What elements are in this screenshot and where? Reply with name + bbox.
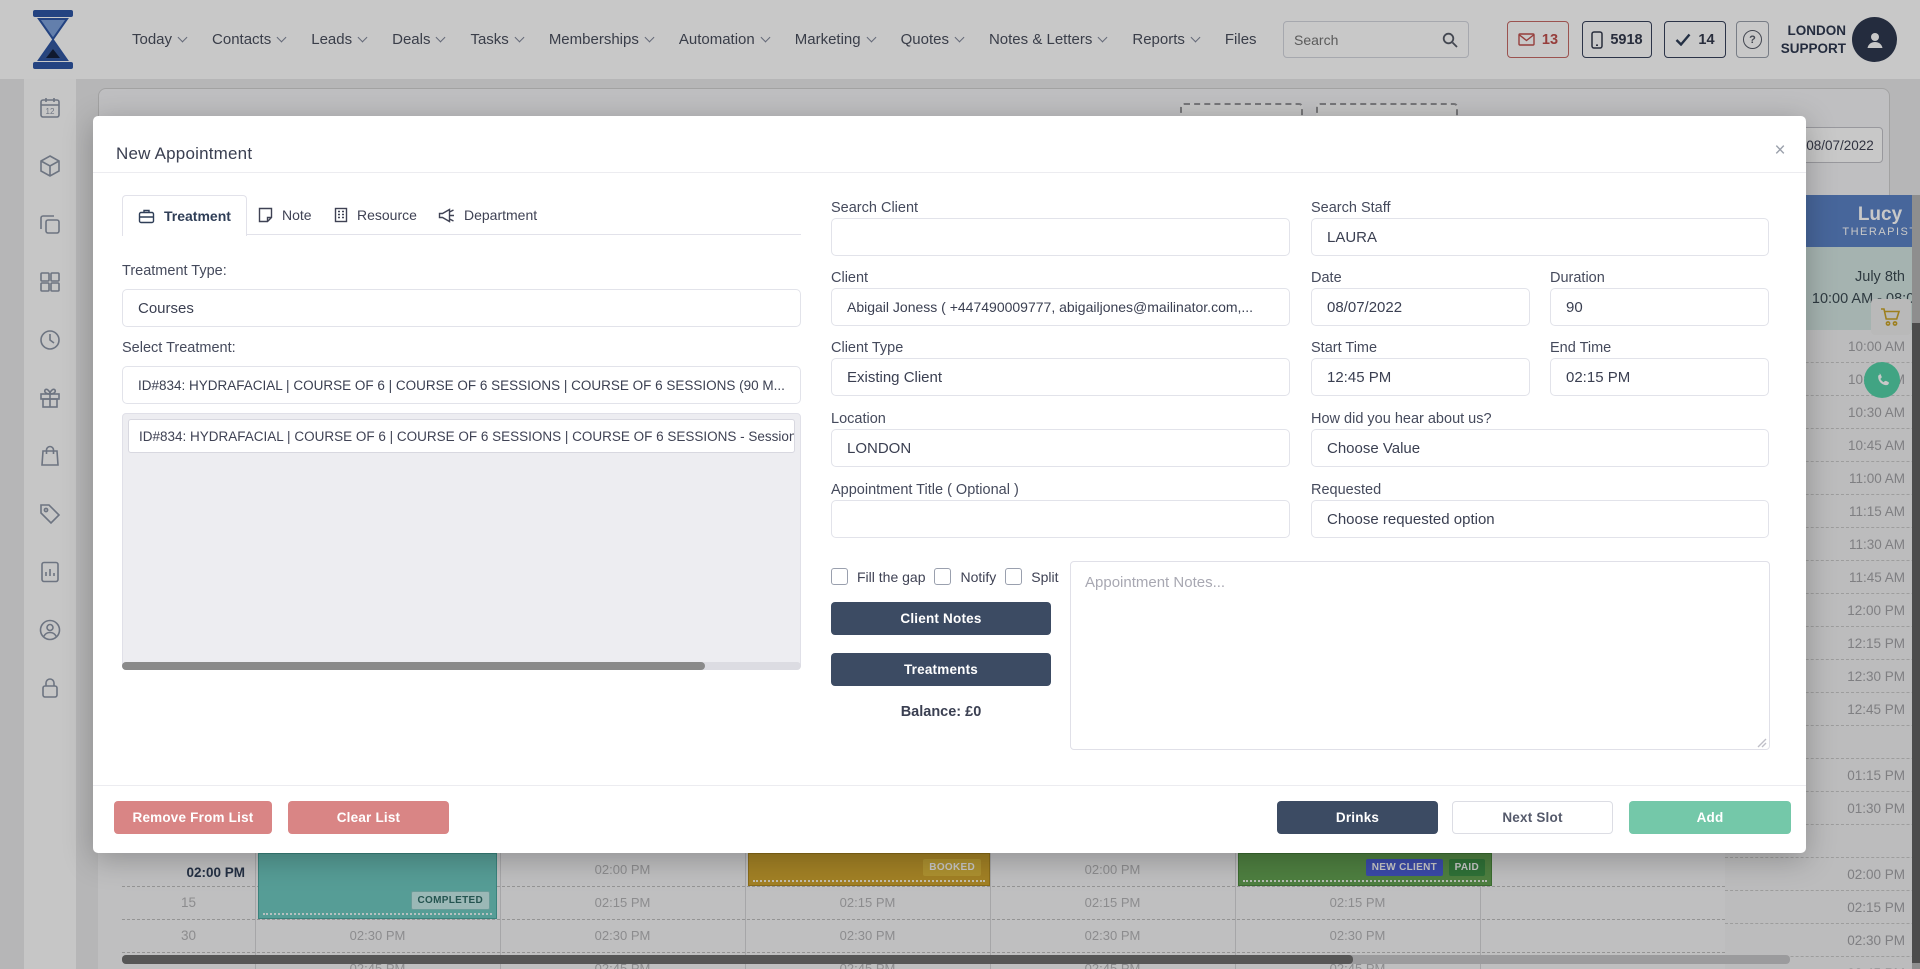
app-root: 08/07/2022 Lucy THERAPIST July 8th 10:00… bbox=[0, 0, 1920, 969]
tab-resource[interactable]: Resource bbox=[319, 195, 432, 235]
add-button[interactable]: Add bbox=[1629, 801, 1791, 834]
tab-note[interactable]: Note bbox=[243, 195, 327, 235]
start-time-input[interactable]: 12:45 PM bbox=[1311, 358, 1530, 396]
tab-label: Note bbox=[282, 207, 312, 223]
client-label: Client bbox=[831, 270, 868, 286]
treatment-list-item[interactable]: ID#834: HYDRAFACIAL | COURSE OF 6 | COUR… bbox=[128, 419, 795, 453]
treatment-list: ID#834: HYDRAFACIAL | COURSE OF 6 | COUR… bbox=[122, 413, 801, 669]
fill-the-gap-label: Fill the gap bbox=[857, 569, 925, 585]
notify-label: Notify bbox=[960, 569, 996, 585]
treatment-list-scrollbar[interactable] bbox=[122, 662, 801, 670]
notify-checkbox[interactable] bbox=[934, 568, 951, 585]
new-appointment-modal: New Appointment × Treatment Note Resourc… bbox=[93, 116, 1806, 853]
fill-the-gap-checkbox[interactable] bbox=[831, 568, 848, 585]
appointment-notes-textarea[interactable] bbox=[1070, 561, 1770, 750]
modal-footer-divider bbox=[93, 785, 1806, 786]
megaphone-icon bbox=[438, 208, 455, 223]
tab-label: Treatment bbox=[164, 208, 231, 224]
client-type-label: Client Type bbox=[831, 340, 903, 356]
split-checkbox[interactable] bbox=[1005, 568, 1022, 585]
resize-handle-icon[interactable] bbox=[1755, 736, 1767, 748]
modal-title: New Appointment bbox=[116, 144, 252, 164]
treatment-dropdown[interactable]: ID#834: HYDRAFACIAL | COURSE OF 6 | COUR… bbox=[122, 366, 801, 404]
date-input[interactable]: 08/07/2022 bbox=[1311, 288, 1530, 326]
clear-list-button[interactable]: Clear List bbox=[288, 801, 449, 834]
appointment-title-input[interactable] bbox=[831, 500, 1290, 538]
duration-input[interactable]: 90 bbox=[1550, 288, 1769, 326]
client-type-select[interactable]: Existing Client bbox=[831, 358, 1290, 396]
location-label: Location bbox=[831, 411, 886, 427]
tab-department[interactable]: Department bbox=[423, 195, 552, 235]
end-time-label: End Time bbox=[1550, 340, 1611, 356]
drinks-button[interactable]: Drinks bbox=[1277, 801, 1438, 834]
requested-select[interactable]: Choose requested option bbox=[1311, 500, 1769, 538]
tab-label: Resource bbox=[357, 207, 417, 223]
tab-label: Department bbox=[464, 207, 537, 223]
modal-header-divider bbox=[93, 172, 1806, 173]
balance-text: Balance: £0 bbox=[831, 704, 1051, 720]
treatment-type-label: Treatment Type: bbox=[122, 263, 227, 279]
location-select[interactable]: LONDON bbox=[831, 429, 1290, 467]
treatments-button[interactable]: Treatments bbox=[831, 653, 1051, 686]
duration-label: Duration bbox=[1550, 270, 1605, 286]
search-client-input[interactable] bbox=[831, 218, 1290, 256]
tab-treatment[interactable]: Treatment bbox=[122, 195, 247, 236]
start-time-label: Start Time bbox=[1311, 340, 1377, 356]
options-row: Fill the gap Notify Split bbox=[831, 568, 1059, 585]
requested-label: Requested bbox=[1311, 482, 1381, 498]
date-label: Date bbox=[1311, 270, 1342, 286]
note-icon bbox=[258, 207, 273, 223]
client-notes-button[interactable]: Client Notes bbox=[831, 602, 1051, 635]
remove-from-list-button[interactable]: Remove From List bbox=[114, 801, 272, 834]
next-slot-button[interactable]: Next Slot bbox=[1452, 801, 1613, 834]
search-staff-input[interactable]: LAURA bbox=[1311, 218, 1769, 256]
hear-about-select[interactable]: Choose Value bbox=[1311, 429, 1769, 467]
end-time-input[interactable]: 02:15 PM bbox=[1550, 358, 1769, 396]
treatment-list-scrollbar-thumb[interactable] bbox=[122, 662, 705, 670]
split-label: Split bbox=[1031, 569, 1058, 585]
briefcase-icon bbox=[138, 208, 155, 224]
search-staff-label: Search Staff bbox=[1311, 200, 1391, 216]
select-treatment-label: Select Treatment: bbox=[122, 340, 236, 356]
hear-about-label: How did you hear about us? bbox=[1311, 411, 1492, 427]
close-icon[interactable]: × bbox=[1765, 136, 1795, 166]
search-client-label: Search Client bbox=[831, 200, 918, 216]
appointment-title-label: Appointment Title ( Optional ) bbox=[831, 482, 1019, 498]
treatment-type-select[interactable]: Courses bbox=[122, 289, 801, 327]
client-field[interactable]: Abigail Joness ( +447490009777, abigailj… bbox=[831, 288, 1290, 326]
building-icon bbox=[334, 207, 348, 223]
